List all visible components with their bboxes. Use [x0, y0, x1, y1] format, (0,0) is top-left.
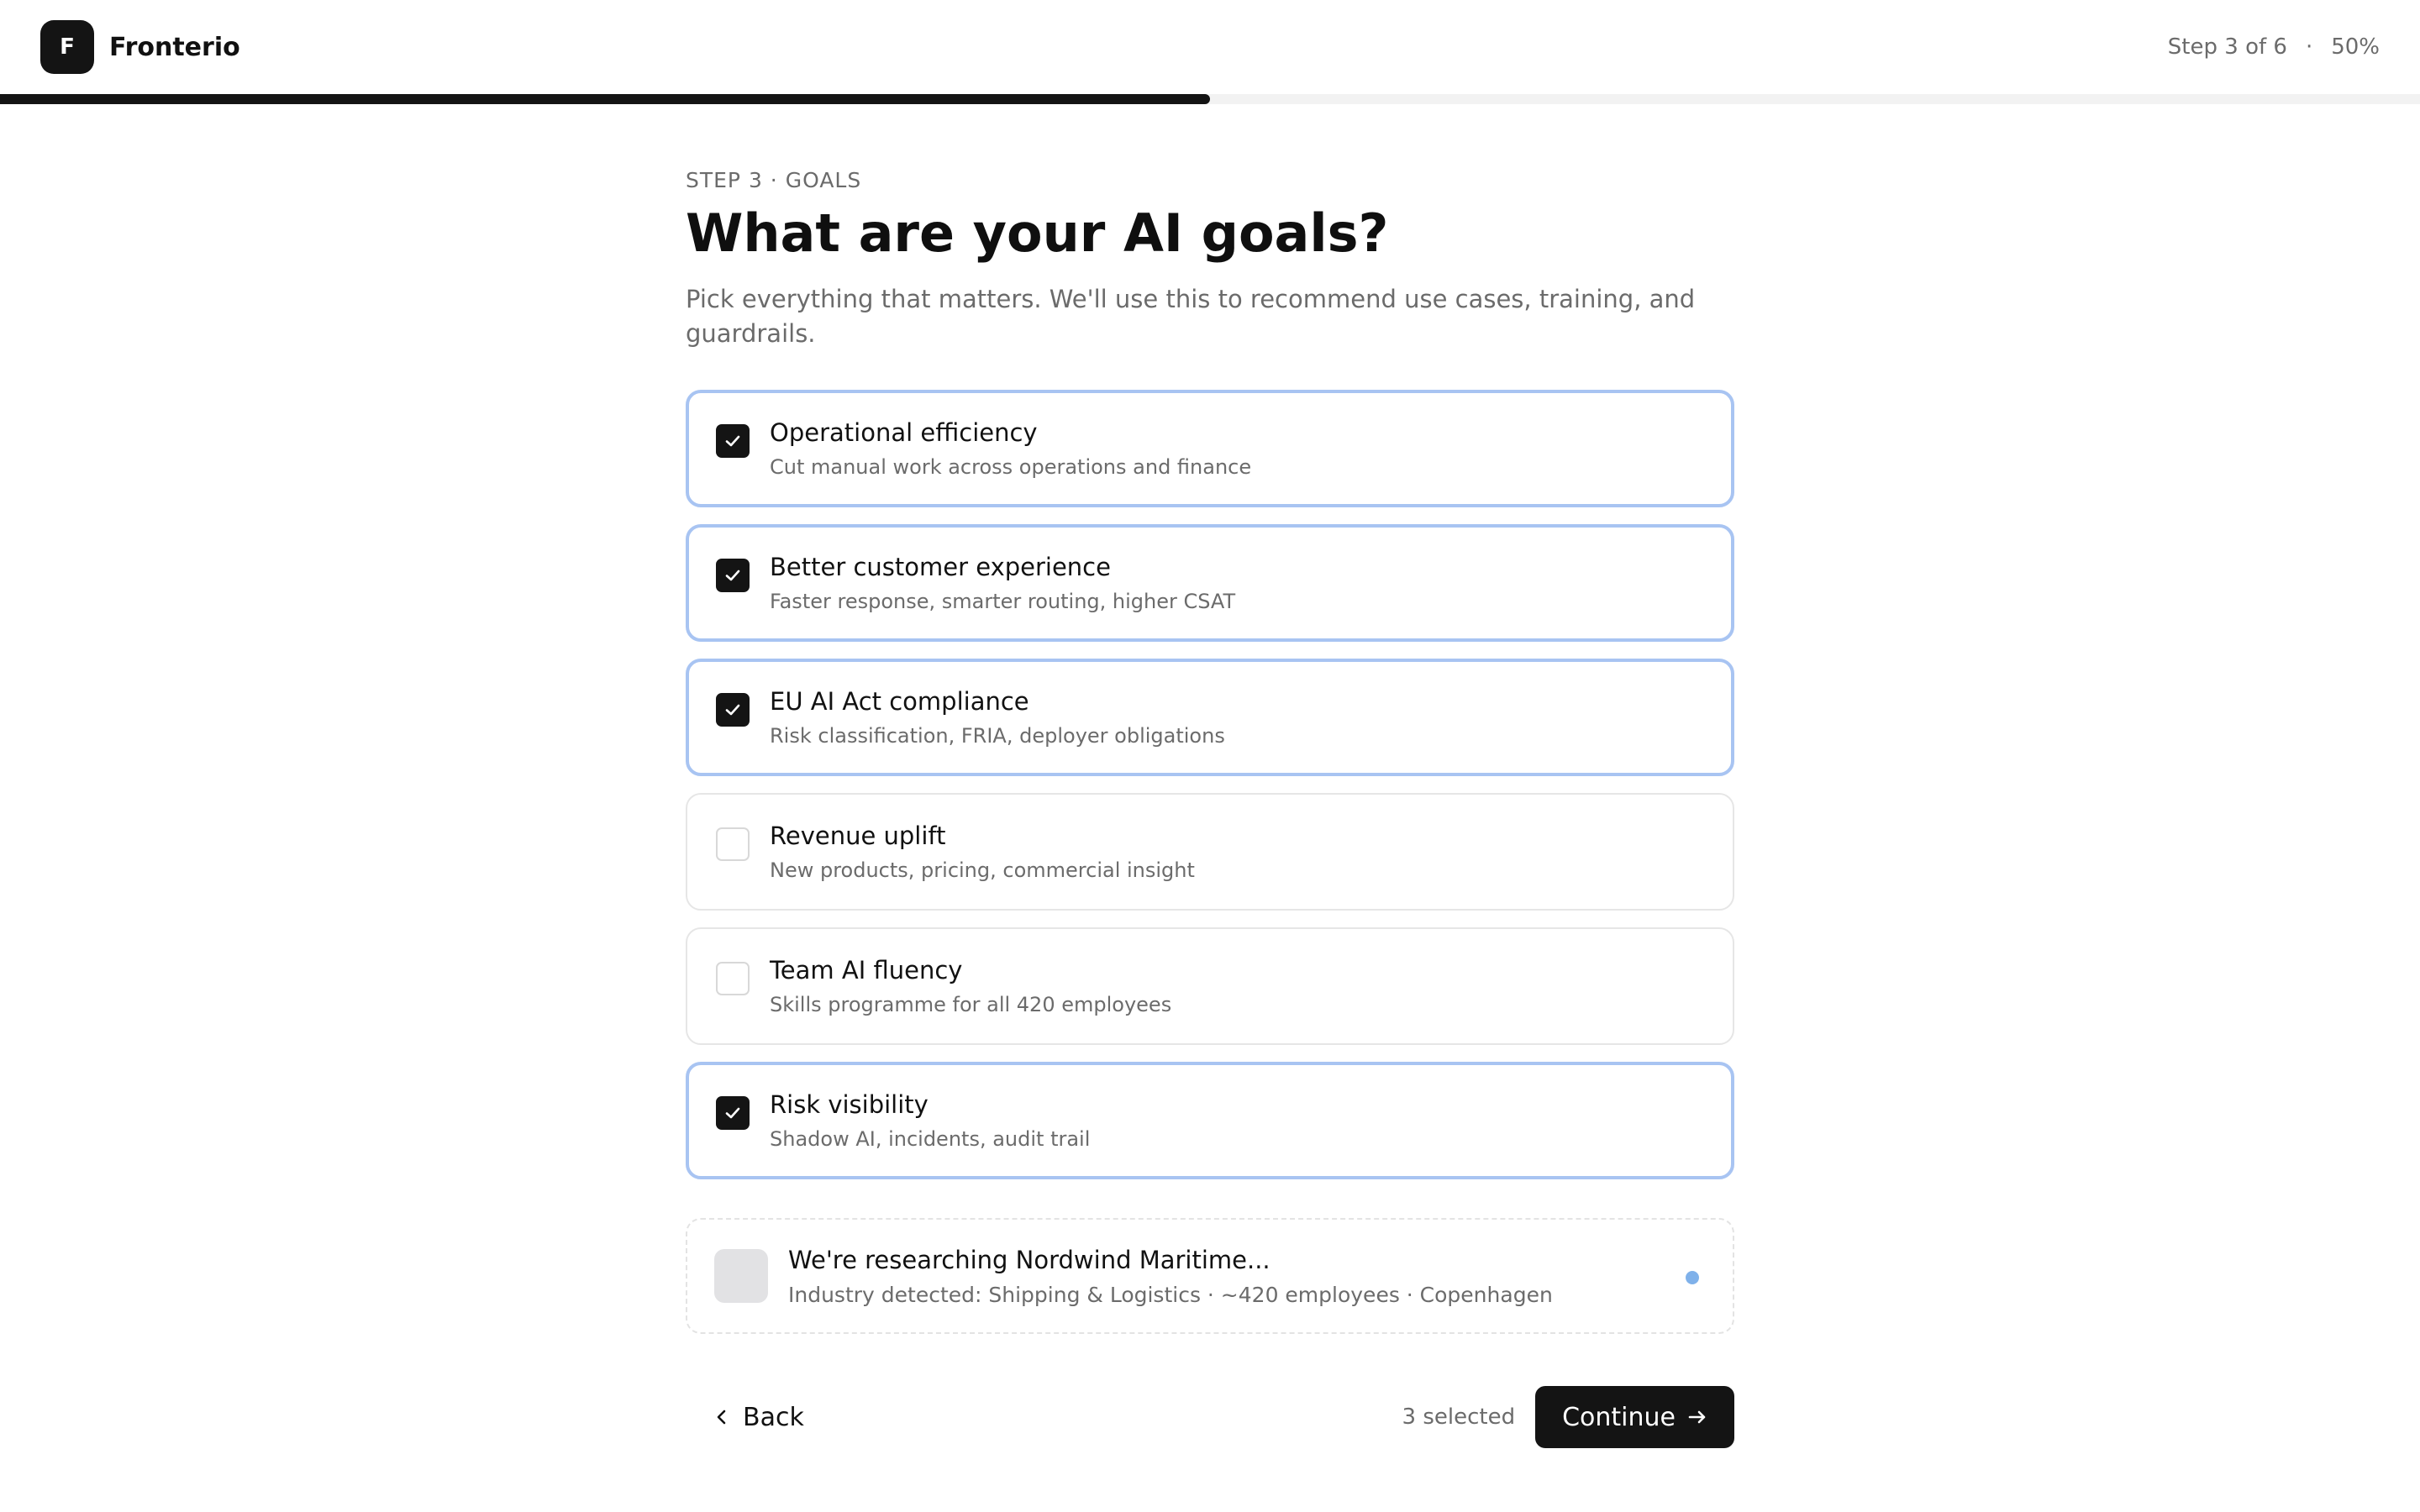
goal-option[interactable]: Team AI fluency Skills programme for all… — [686, 927, 1734, 1045]
page-title: What are your AI goals? — [686, 202, 1389, 264]
page-subtitle: Pick everything that matters. We'll use … — [686, 285, 1696, 348]
goal-description: Cut manual work across operations and fi… — [770, 455, 1252, 479]
goal-title: Operational efficiency — [770, 418, 1038, 447]
step-indicator: Step 3 of 6 · 50% — [2168, 34, 2380, 60]
goal-title: Revenue uplift — [770, 822, 946, 850]
progress-bar-fill — [0, 94, 1210, 104]
goal-option[interactable]: EU AI Act compliance Risk classification… — [686, 659, 1734, 776]
check-icon — [725, 435, 740, 447]
step-separator: · — [2305, 34, 2313, 60]
loading-indicator — [1686, 1271, 1699, 1284]
step-label: Step 3 of 6 — [2167, 34, 2287, 60]
check-icon — [725, 570, 740, 581]
goals-step: STEP 3 · GOALS What are your AI goals? P… — [686, 168, 1734, 1448]
research-details: Industry detected: Shipping & Logistics … — [788, 1282, 1553, 1307]
goal-description: Faster response, smarter routing, higher… — [770, 590, 1236, 613]
progress-percent: 50% — [2331, 34, 2380, 60]
goal-description: Risk classification, FRIA, deployer obli… — [770, 724, 1225, 748]
goal-title: Better customer experience — [770, 553, 1111, 581]
chevron-left-icon — [717, 1410, 726, 1425]
goal-description: Shadow AI, incidents, audit trail — [770, 1127, 1091, 1151]
goal-checkbox[interactable] — [716, 1096, 750, 1130]
check-icon — [725, 1107, 740, 1119]
research-title: We're researching Nordwind Maritime... — [788, 1245, 1270, 1274]
goal-list: Operational efficiency Cut manual work a… — [686, 390, 1734, 1179]
brand[interactable]: F Fronterio — [40, 20, 240, 74]
selected-count: 3 selected — [1402, 1404, 1516, 1430]
goal-title: Team AI fluency — [770, 956, 963, 984]
step-footer: Back 3 selected Continue — [686, 1386, 1734, 1448]
top-bar: F Fronterio Step 3 of 6 · 50% — [0, 0, 2420, 94]
goal-option[interactable]: Operational efficiency Cut manual work a… — [686, 390, 1734, 507]
goal-option[interactable]: Revenue uplift New products, pricing, co… — [686, 793, 1734, 911]
back-button[interactable]: Back — [686, 1387, 833, 1447]
goal-title: EU AI Act compliance — [770, 687, 1029, 716]
progress-bar — [0, 94, 2420, 104]
goal-option[interactable]: Risk visibility Shadow AI, incidents, au… — [686, 1062, 1734, 1179]
continue-button[interactable]: Continue — [1535, 1386, 1734, 1448]
continue-label: Continue — [1562, 1402, 1676, 1432]
back-label: Back — [743, 1402, 804, 1432]
step-eyebrow: STEP 3 · GOALS — [686, 168, 862, 192]
goal-description: Skills programme for all 420 employees — [770, 993, 1172, 1016]
goal-checkbox[interactable] — [716, 962, 750, 995]
goal-title: Risk visibility — [770, 1090, 929, 1119]
goal-checkbox[interactable] — [716, 827, 750, 861]
goal-description: New products, pricing, commercial insigh… — [770, 858, 1195, 882]
arrow-right-icon — [1688, 1410, 1706, 1424]
goal-checkbox[interactable] — [716, 559, 750, 592]
goal-option[interactable]: Better customer experience Faster respon… — [686, 524, 1734, 642]
brand-name: Fronterio — [109, 32, 240, 62]
research-status-card: We're researching Nordwind Maritime... I… — [686, 1218, 1734, 1334]
check-icon — [725, 704, 740, 716]
logo: F — [40, 20, 94, 74]
goal-checkbox[interactable] — [716, 424, 750, 458]
goal-checkbox[interactable] — [716, 693, 750, 727]
company-logo-placeholder — [714, 1249, 768, 1303]
